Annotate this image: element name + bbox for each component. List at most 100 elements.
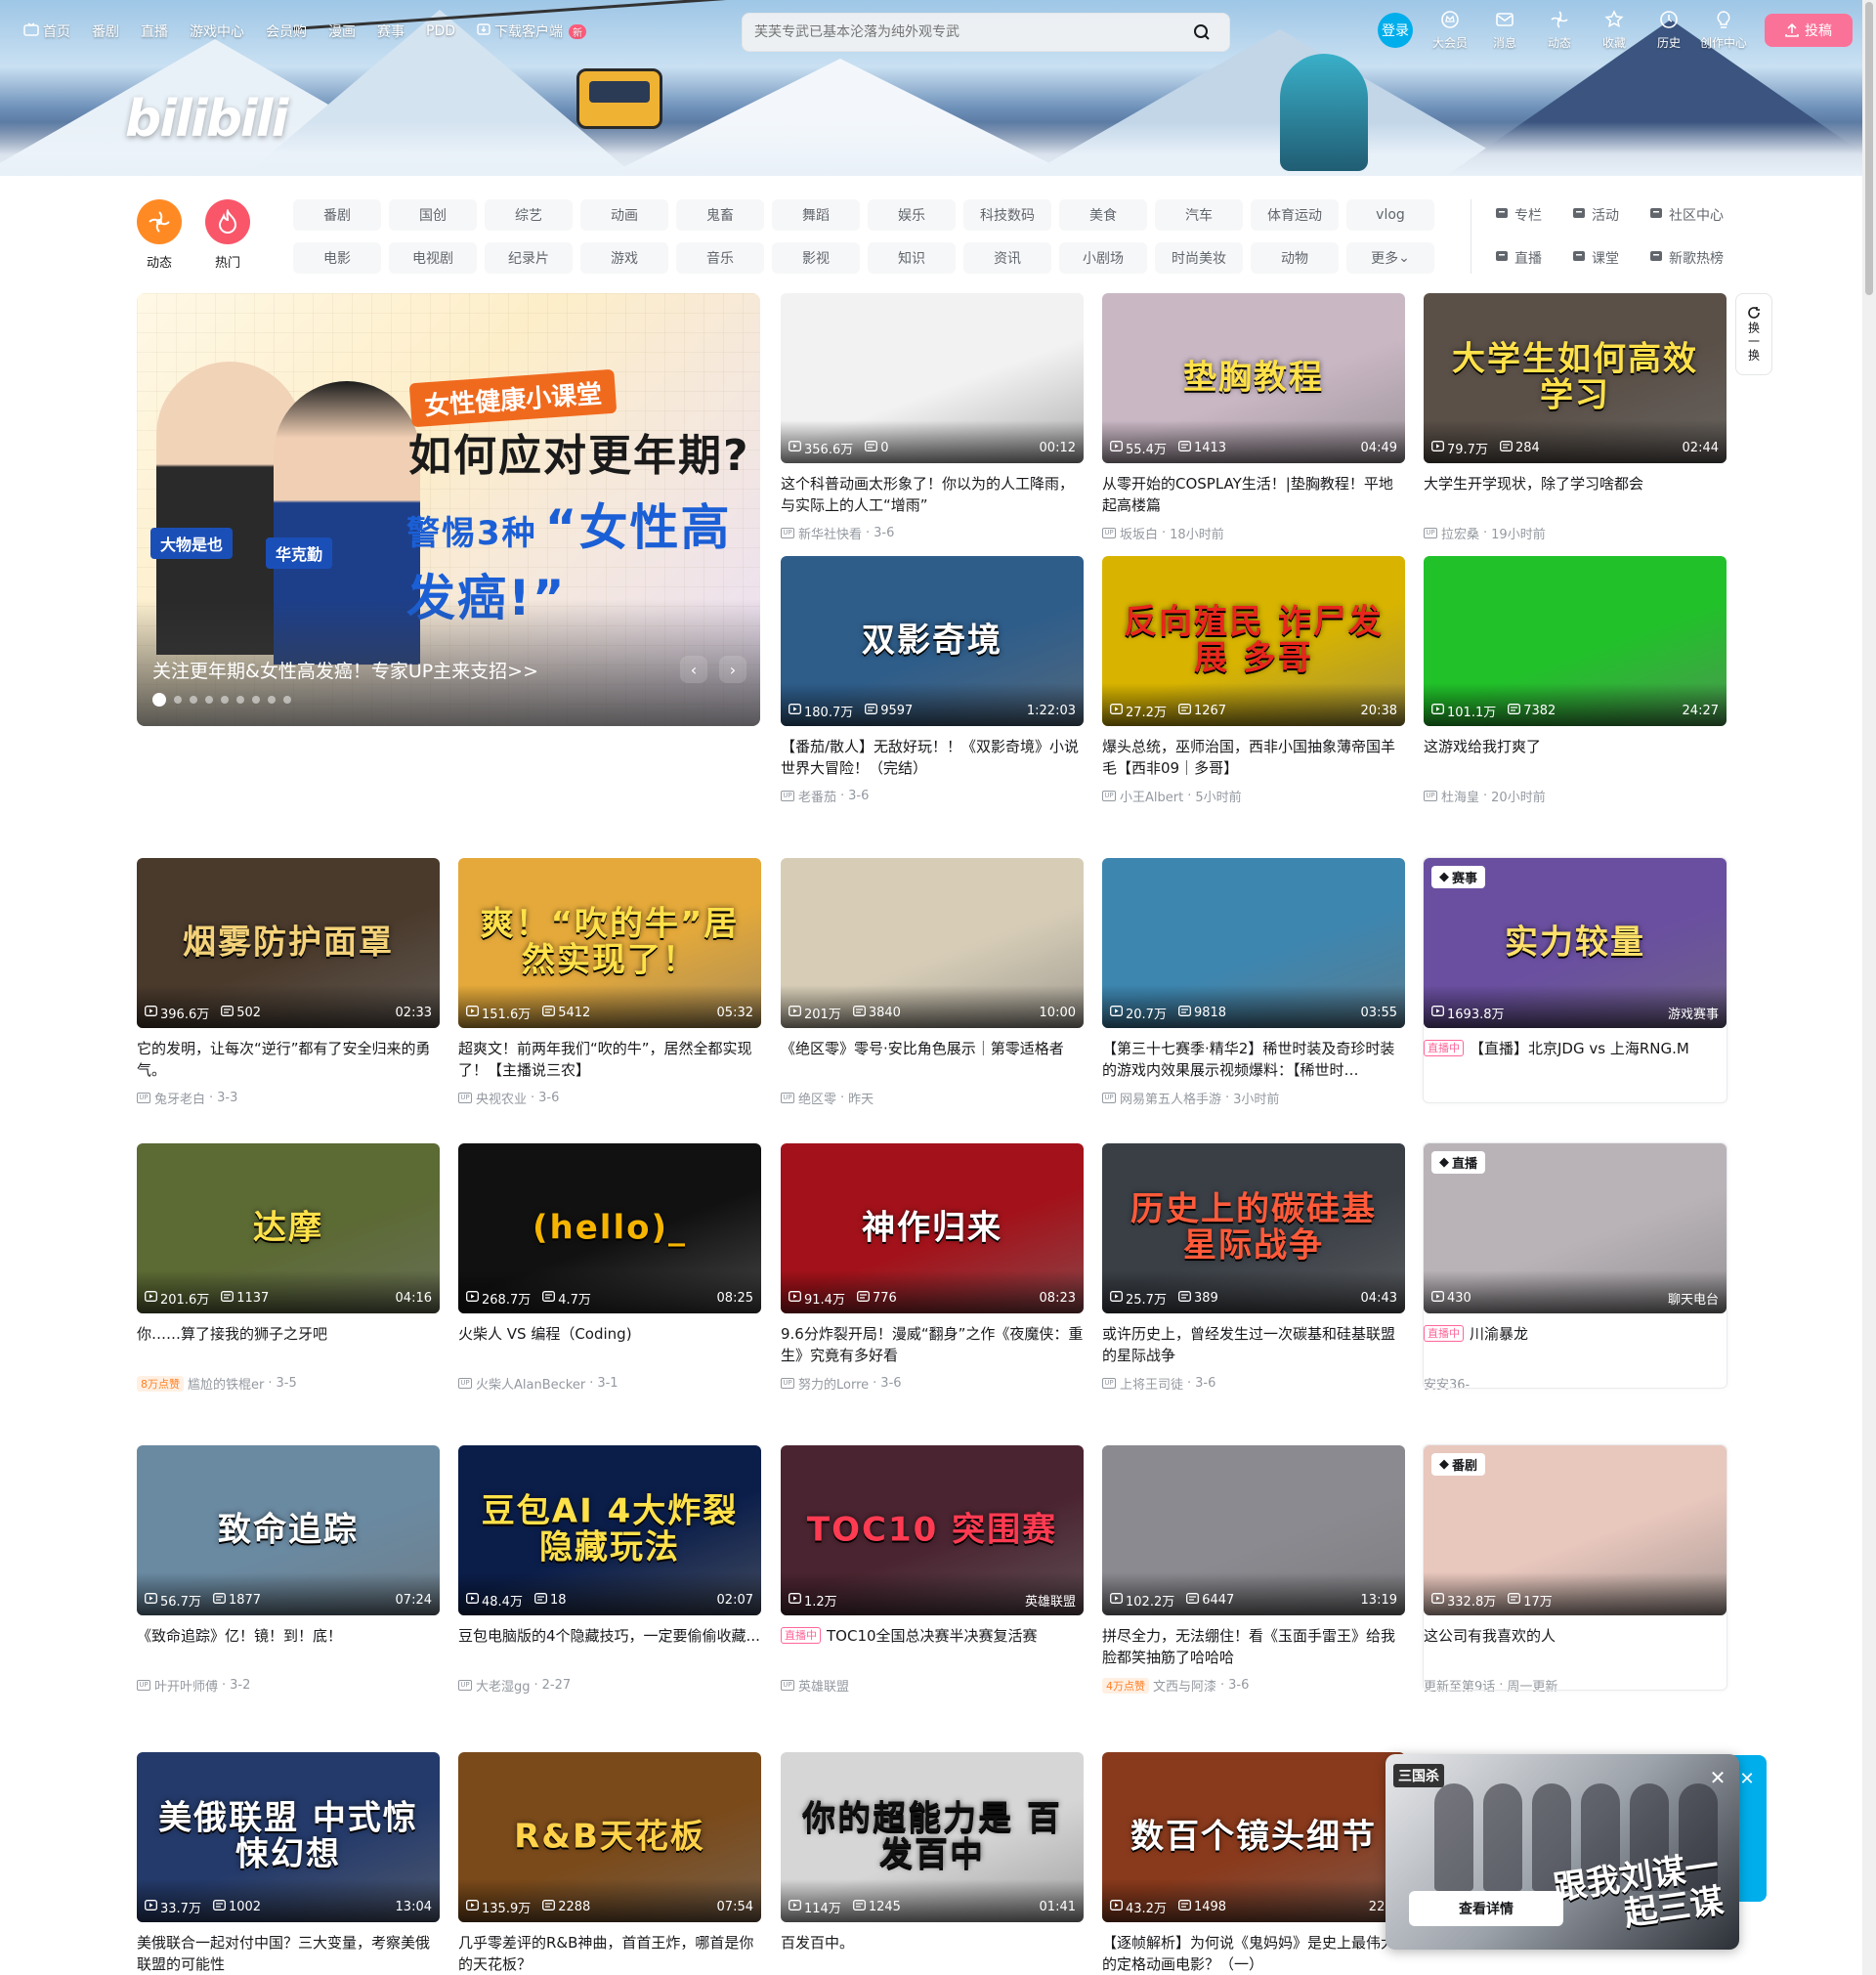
- video-thumbnail[interactable]: 你的超能力是 百发百中 114万 1245 01:41: [781, 1752, 1084, 1922]
- video-card[interactable]: 达摩 201.6万 1137 04:16 你……算了接我的狮子之牙吧 8万点赞 尴尬的铁棍e…: [137, 1143, 440, 1393]
- channel-tag-23[interactable]: 更多 ⌄: [1346, 242, 1434, 274]
- channel-tag-13[interactable]: 电视剧: [389, 242, 477, 274]
- channel-tag-6[interactable]: 娱乐: [868, 199, 956, 231]
- video-title[interactable]: 爆头总统，巫师治国，西非小国抽象薄帝国羊毛【西非09｜多哥】: [1102, 736, 1405, 779]
- video-title[interactable]: 直播中 川渝暴龙: [1424, 1323, 1727, 1366]
- video-card[interactable]: ◆ 番剧 332.8万 17万 这公司有我喜欢的人 更新至第9话 · 周一更新: [1423, 1444, 1727, 1695]
- ad-popup-close[interactable]: ✕: [1706, 1766, 1729, 1789]
- video-card[interactable]: 致命追踪 56.7万 1877 07:24 《致命追踪》亿！镜！到！底！ UP 叶开叶师傅 ·…: [137, 1445, 440, 1695]
- video-card[interactable]: 双影奇境 180.7万 9597 1:22:03 【番茄/散人】无敌好玩！！《双影奇境》…: [781, 556, 1084, 805]
- video-thumbnail[interactable]: TOC10 突围赛 1.2万 英雄联盟: [781, 1445, 1084, 1615]
- nav-right-item-5[interactable]: 创作中心: [1696, 10, 1751, 51]
- search-input[interactable]: [754, 24, 1186, 40]
- video-card[interactable]: 豆包AI 4大炸裂隐藏玩法 48.4万 18 02:07 豆包电脑版的4个隐藏技巧，一定…: [458, 1445, 761, 1695]
- uploader-name[interactable]: 坂坂白: [1120, 524, 1158, 542]
- video-card[interactable]: 大学生如何高效学习 79.7万 284 02:44 大学生开学现状，除了学习啥都会 UP 拉…: [1424, 293, 1727, 542]
- video-card[interactable]: 你的超能力是 百发百中 114万 1245 01:41 百发百中。: [781, 1752, 1084, 1975]
- uploader-name[interactable]: 兔牙老白: [154, 1089, 205, 1107]
- channel-tag-7[interactable]: 科技数码: [963, 199, 1051, 231]
- video-thumbnail[interactable]: ◆ 番剧 332.8万 17万: [1424, 1445, 1727, 1615]
- video-thumbnail[interactable]: 20.7万 9818 03:55: [1102, 858, 1405, 1028]
- video-title[interactable]: 拼尽全力，无法绷住！看《玉面手雷王》给我脸都笑抽筋了哈哈哈: [1102, 1625, 1405, 1668]
- nav-right-item-0[interactable]: 大会员: [1423, 10, 1477, 51]
- video-card[interactable]: 爽！“吹的牛”居然实现了！ 151.6万 5412 05:32 超爽文！前两年我们“吹的…: [458, 858, 761, 1107]
- channel-tag-1[interactable]: 国创: [389, 199, 477, 231]
- video-thumbnail[interactable]: 102.2万 6447 13:19: [1102, 1445, 1405, 1615]
- carousel-dot[interactable]: [268, 696, 276, 704]
- nav-right-item-2[interactable]: 动态: [1532, 10, 1587, 51]
- login-avatar-button[interactable]: 登录: [1378, 13, 1413, 48]
- carousel-dot[interactable]: [190, 696, 197, 704]
- side-link-2[interactable]: 社区中心: [1649, 199, 1737, 231]
- carousel-dot[interactable]: [205, 696, 213, 704]
- carousel-dot[interactable]: [236, 696, 244, 704]
- video-card[interactable]: R&B天花板 135.9万 2288 07:54 几乎零差评的R&B神曲，首首王炸，哪首…: [458, 1752, 761, 1975]
- video-title[interactable]: 超爽文！前两年我们“吹的牛”，居然全都实现了！【主播说三农】: [458, 1038, 761, 1081]
- side-link-5[interactable]: 新歌热榜: [1649, 242, 1737, 274]
- video-title[interactable]: 直播中 【直播】北京JDG vs 上海RNG.M: [1424, 1038, 1727, 1081]
- video-title[interactable]: 你……算了接我的狮子之牙吧: [137, 1323, 440, 1366]
- video-card[interactable]: (hello)_ 268.7万 4.7万 08:25 火柴人 VS 编程（Coding)…: [458, 1143, 761, 1393]
- nav-item-2[interactable]: 直播: [141, 21, 168, 41]
- uploader-name[interactable]: 叶开叶师傅: [154, 1676, 218, 1695]
- video-title[interactable]: 它的发明，让每次“逆行”都有了安全归来的勇气。: [137, 1038, 440, 1081]
- channel-tag-18[interactable]: 知识: [868, 242, 956, 274]
- video-title[interactable]: 美俄联合一起对付中国？三大变量，考察美俄联盟的可能性: [137, 1932, 440, 1975]
- video-thumbnail[interactable]: 数百个镜头细节 43.2万 1498 22:3: [1102, 1752, 1405, 1922]
- uploader-name[interactable]: 更新至第9话: [1424, 1676, 1495, 1695]
- video-title[interactable]: 直播中 TOC10全国总决赛半决赛复活赛: [781, 1625, 1084, 1668]
- video-title[interactable]: 9.6分炸裂开局！漫威“翻身”之作《夜魔侠：重生》究竟有多好看: [781, 1323, 1084, 1366]
- video-thumbnail[interactable]: 美俄联盟 中式惊悚幻想 33.7万 1002 13:04: [137, 1752, 440, 1922]
- video-card[interactable]: 反向殖民 诈尸发展 多哥 27.2万 1267 20:38 爆头总统，巫师治国，西非小国…: [1102, 556, 1405, 805]
- video-card[interactable]: 101.1万 7382 24:27 这游戏给我打爽了 UP 杜海皇 · 20小时前: [1424, 556, 1727, 805]
- side-link-1[interactable]: 活动: [1572, 199, 1645, 231]
- video-thumbnail[interactable]: (hello)_ 268.7万 4.7万 08:25: [458, 1143, 761, 1313]
- video-thumbnail[interactable]: 反向殖民 诈尸发展 多哥 27.2万 1267 20:38: [1102, 556, 1405, 726]
- uploader-name[interactable]: 老番茄: [798, 787, 836, 805]
- video-card[interactable]: 历史上的碳硅基星际战争 25.7万 389 04:43 或许历史上，曾经发生过一次碳基和…: [1102, 1143, 1405, 1393]
- channel-tag-5[interactable]: 舞蹈: [772, 199, 860, 231]
- video-thumbnail[interactable]: 垫胸教程 55.4万 1413 04:49: [1102, 293, 1405, 463]
- feed-channel[interactable]: 动态: [137, 199, 182, 271]
- video-thumbnail[interactable]: 历史上的碳硅基星际战争 25.7万 389 04:43: [1102, 1143, 1405, 1313]
- channel-tag-8[interactable]: 美食: [1059, 199, 1147, 231]
- channel-tag-12[interactable]: 电影: [293, 242, 381, 274]
- scrollbar-thumb[interactable]: [1865, 2, 1873, 295]
- video-card[interactable]: 102.2万 6447 13:19 拼尽全力，无法绷住！看《玉面手雷王》给我脸都笑抽筋…: [1102, 1445, 1405, 1695]
- video-thumbnail[interactable]: 101.1万 7382 24:27: [1424, 556, 1727, 726]
- video-thumbnail[interactable]: 致命追踪 56.7万 1877 07:24: [137, 1445, 440, 1615]
- uploader-name[interactable]: 央视农业: [476, 1089, 527, 1107]
- nav-item-1[interactable]: 番剧: [92, 21, 119, 41]
- refresh-button[interactable]: 换一换: [1735, 293, 1772, 375]
- nav-right-item-1[interactable]: 消息: [1477, 10, 1532, 51]
- video-title[interactable]: 这个科普动画太形象了！你以为的人工降雨，与实际上的人工“增雨”: [781, 473, 1084, 516]
- uploader-name[interactable]: 努力的Lorre: [798, 1374, 869, 1393]
- video-card[interactable]: 美俄联盟 中式惊悚幻想 33.7万 1002 13:04 美俄联合一起对付中国？三大变量…: [137, 1752, 440, 1975]
- video-thumbnail[interactable]: 豆包AI 4大炸裂隐藏玩法 48.4万 18 02:07: [458, 1445, 761, 1615]
- uploader-name[interactable]: 新华社快看: [798, 524, 862, 542]
- video-thumbnail[interactable]: 356.6万 0 00:12: [781, 293, 1084, 463]
- video-card[interactable]: 垫胸教程 55.4万 1413 04:49 从零开始的COSPLAY生活！|垫胸教程！平…: [1102, 293, 1405, 542]
- hot-channel[interactable]: 热门: [205, 199, 250, 271]
- channel-tag-11[interactable]: vlog: [1346, 199, 1434, 231]
- channel-tag-20[interactable]: 小剧场: [1059, 242, 1147, 274]
- bilibili-logo[interactable]: bilibili: [125, 90, 288, 149]
- ad-popup-cta-button[interactable]: 查看详情: [1409, 1891, 1563, 1926]
- video-card[interactable]: 神作归来 91.4万 776 08:23 9.6分炸裂开局！漫威“翻身”之作《夜魔侠：重…: [781, 1143, 1084, 1393]
- video-title[interactable]: 【第三十七赛季·精华2】稀世时装及奇珍时装的游戏内效果展示视频爆料：【稀世时…: [1102, 1038, 1405, 1081]
- channel-tag-15[interactable]: 游戏: [580, 242, 668, 274]
- video-title[interactable]: 或许历史上，曾经发生过一次碳基和硅基联盟的星际战争: [1102, 1323, 1405, 1366]
- video-thumbnail[interactable]: 大学生如何高效学习 79.7万 284 02:44: [1424, 293, 1727, 463]
- channel-tag-14[interactable]: 纪录片: [485, 242, 573, 274]
- channel-tag-9[interactable]: 汽车: [1155, 199, 1243, 231]
- video-card[interactable]: 356.6万 0 00:12 这个科普动画太形象了！你以为的人工降雨，与实际上的人工“…: [781, 293, 1084, 542]
- channel-tag-3[interactable]: 动画: [580, 199, 668, 231]
- channel-tag-10[interactable]: 体育运动: [1251, 199, 1339, 231]
- video-thumbnail[interactable]: 爽！“吹的牛”居然实现了！ 151.6万 5412 05:32: [458, 858, 761, 1028]
- video-card[interactable]: TOC10 突围赛 1.2万 英雄联盟 直播中 TOC10全国总决赛半决赛复活赛 UP 英雄…: [781, 1445, 1084, 1695]
- channel-tag-22[interactable]: 动物: [1251, 242, 1339, 274]
- channel-tag-17[interactable]: 影视: [772, 242, 860, 274]
- video-thumbnail[interactable]: 实力较量 ◆ 赛事 1693.8万 游戏赛事: [1424, 858, 1727, 1028]
- channel-tag-21[interactable]: 时尚美妆: [1155, 242, 1243, 274]
- video-title[interactable]: 【番茄/散人】无敌好玩！！《双影奇境》小说世界大冒险！（完结）: [781, 736, 1084, 779]
